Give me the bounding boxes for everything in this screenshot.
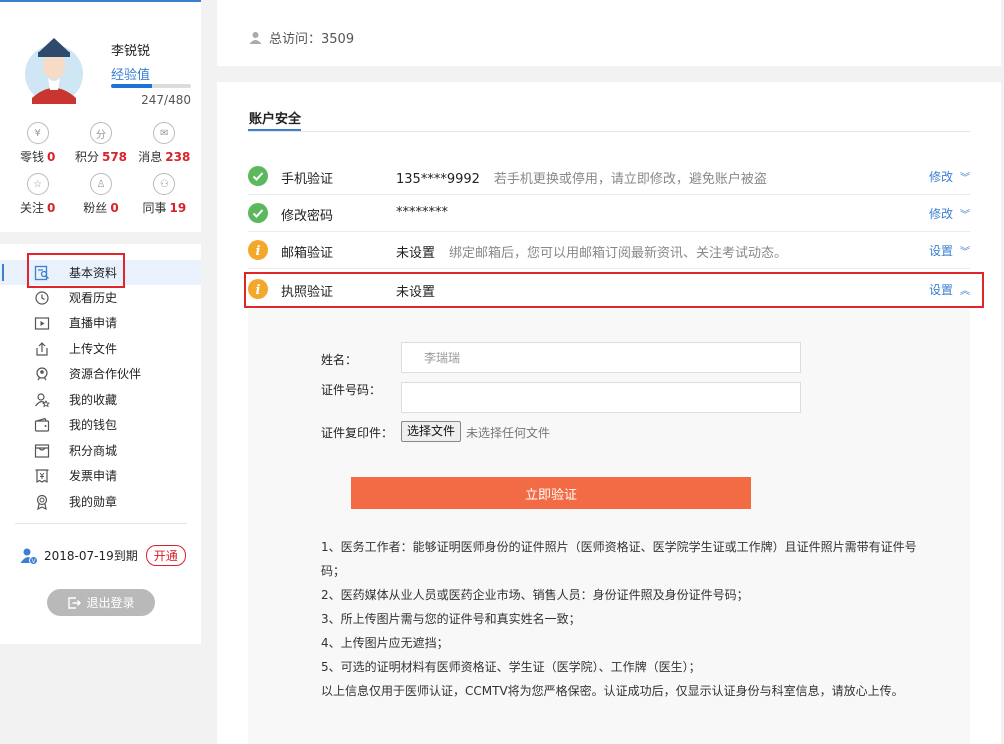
user-icon <box>249 32 262 44</box>
security-panel: 账户安全 手机验证 135****9992 若手机更换或停用，请立即修改，避免账户… <box>217 82 1001 744</box>
expire-date: 2018-07-19到期 <box>44 549 138 563</box>
menu-item-invoice[interactable]: 发票申请 <box>0 463 201 488</box>
menu-item-upload[interactable]: 上传文件 <box>0 336 201 361</box>
stats-grid: ¥ 零钱 0 分 积分 578 ✉ 消息 238 ☆ 关注 0 ♙ 粉丝 0 ⚇ 同事 19 <box>6 122 196 216</box>
coin-icon: ¥ <box>26 122 49 144</box>
shop-icon <box>34 443 50 459</box>
highlight-box-license-row <box>244 272 984 308</box>
security-row-password: 修改密码 ******** 修改 ︾ <box>248 195 970 232</box>
edit-phone-button[interactable]: 修改 ︾ <box>929 168 970 185</box>
note-line: 3、所上传图片需与您的证件号和真实姓名一致； <box>321 612 581 626</box>
choose-file-button[interactable]: 选择文件 <box>401 421 462 442</box>
check-circle-icon <box>248 203 268 223</box>
profile-card: 李锐锐 经验值 247/480 ¥ 零钱 0 分 积分 578 ✉ 消息 238 ☆ … <box>0 0 201 232</box>
stat-messages[interactable]: ✉ 消息 238 <box>133 122 196 165</box>
stat-follow[interactable]: ☆ 关注 0 <box>6 173 69 216</box>
star-icon: ☆ <box>26 173 49 195</box>
info-circle-icon: i <box>248 240 268 260</box>
note-line: 4、上传图片应无遮挡； <box>321 636 449 650</box>
email-value: 未设置 <box>396 246 436 261</box>
exp-label: 经验值 <box>111 68 151 83</box>
stat-fans[interactable]: ♙ 粉丝 0 <box>69 173 132 216</box>
note-line: 1、医务工作者：能够证明医师身份的证件照片（医师资格证、医学院学生证或工作牌）且… <box>321 540 917 578</box>
partner-icon <box>34 366 50 382</box>
total-visits: 总访问：3509 <box>269 32 355 47</box>
highlight-box-menu <box>27 253 125 288</box>
points-icon: 分 <box>89 122 112 144</box>
stat-colleagues[interactable]: ⚇ 同事 19 <box>133 173 196 216</box>
logout-button[interactable]: 退出登录 <box>47 589 155 616</box>
phone-value: 135****9992 <box>396 172 480 187</box>
fans-icon: ♙ <box>89 173 112 195</box>
membership-expire: V 2018-07-19到期 开通 <box>20 545 186 566</box>
edit-password-button[interactable]: 修改 ︾ <box>929 205 970 222</box>
exp-progress-bar <box>111 84 191 88</box>
medal-icon <box>34 494 50 510</box>
menu-item-partner[interactable]: 资源合作伙伴 <box>0 361 201 386</box>
name-input[interactable] <box>401 342 801 373</box>
chevron-down-icon: ︾ <box>960 210 970 221</box>
id-number-input[interactable] <box>401 382 801 413</box>
user-name: 李锐锐 <box>111 44 151 59</box>
visits-panel: 总访问：3509 <box>217 0 1001 66</box>
license-notes: 1、医务工作者：能够证明医师身份的证件照片（医师资格证、医学院学生证或工作牌）且… <box>321 535 931 703</box>
sidebar-divider <box>15 523 187 524</box>
colleagues-icon: ⚇ <box>153 173 176 195</box>
file-status: 未选择任何文件 <box>466 426 551 440</box>
history-icon <box>34 290 50 306</box>
upload-icon <box>34 341 50 357</box>
name-label: 姓名： <box>321 353 358 367</box>
stat-coin[interactable]: ¥ 零钱 0 <box>6 122 69 165</box>
logout-icon <box>68 596 82 609</box>
open-vip-button[interactable]: 开通 <box>145 545 186 566</box>
vip-user-icon: V <box>20 548 38 565</box>
note-line: 5、可选的证明材料有医师资格证、学生证（医学院）、工作牌（医生）； <box>321 660 701 674</box>
id-number-label: 证件号码： <box>321 383 382 397</box>
sidebar-menu: 基本资料 观看历史 直播申请 上传文件 资源合作伙伴 我的收藏 我的钱包 积分商… <box>0 244 201 644</box>
menu-item-history[interactable]: 观看历史 <box>0 285 201 310</box>
menu-item-favorites[interactable]: 我的收藏 <box>0 387 201 412</box>
exp-count: 247/480 <box>141 93 191 107</box>
invoice-icon <box>34 468 50 484</box>
favorite-icon <box>34 392 50 408</box>
section-divider <box>248 131 970 132</box>
note-line: 以上信息仅用于医师认证，CCMTV将为您严格保密。认证成功后，仅显示认证身份与科… <box>321 684 904 698</box>
license-form: 姓名： 证件号码： 证件复印件： 选择文件 未选择任何文件 立即验证 1、医务工… <box>248 309 970 744</box>
phone-tip: 若手机更换或停用，请立即修改，避免账户被盗 <box>493 172 767 187</box>
avatar[interactable] <box>24 32 84 104</box>
menu-item-medals[interactable]: 我的勋章 <box>0 489 201 514</box>
verify-now-button[interactable]: 立即验证 <box>351 477 751 509</box>
menu-item-shop[interactable]: 积分商城 <box>0 438 201 463</box>
email-tip: 绑定邮箱后，您可以用邮箱订阅最新资讯、关注考试动态。 <box>449 246 788 261</box>
security-row-email: i 邮箱验证 未设置 绑定邮箱后，您可以用邮箱订阅最新资讯、关注考试动态。 设置 ︾ <box>248 232 970 269</box>
security-row-phone: 手机验证 135****9992 若手机更换或停用，请立即修改，避免账户被盗 修改… <box>248 158 970 195</box>
set-email-button[interactable]: 设置 ︾ <box>929 242 970 259</box>
password-value: ******** <box>396 205 448 220</box>
menu-item-live[interactable]: 直播申请 <box>0 310 201 335</box>
mail-icon: ✉ <box>153 122 176 144</box>
wallet-icon <box>34 417 50 433</box>
section-title: 账户安全 <box>249 112 302 127</box>
note-line: 2、医药媒体从业人员或医药企业市场、销售人员：身份证件照及身份证件号码； <box>321 588 749 602</box>
id-copy-label: 证件复印件： <box>321 426 394 440</box>
chevron-down-icon: ︾ <box>960 173 970 184</box>
check-circle-icon <box>248 166 268 186</box>
live-icon <box>34 315 50 331</box>
svg-text:i: i <box>256 244 261 259</box>
menu-item-wallet[interactable]: 我的钱包 <box>0 412 201 437</box>
stat-points[interactable]: 分 积分 578 <box>69 122 132 165</box>
chevron-down-icon: ︾ <box>960 247 970 258</box>
